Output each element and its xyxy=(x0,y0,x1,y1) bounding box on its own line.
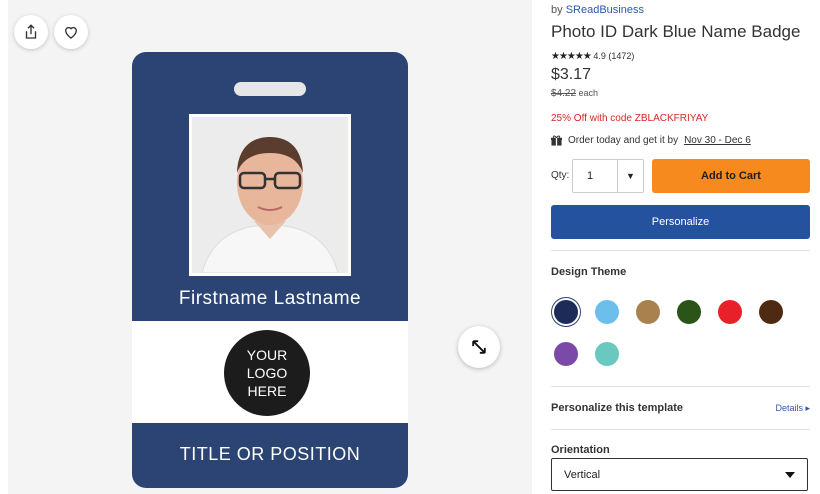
badge-preview[interactable]: Firstname Lastname YOUR LOGO HERE TITLE … xyxy=(132,52,408,488)
gift-icon xyxy=(551,135,562,146)
divider xyxy=(551,386,810,387)
logo-line: LOGO xyxy=(246,365,288,381)
by-prefix: by xyxy=(551,4,563,16)
color-swatch[interactable] xyxy=(554,342,578,366)
badge-slot xyxy=(234,82,306,96)
badge-name-text: Firstname Lastname xyxy=(178,288,362,309)
share-button[interactable] xyxy=(14,15,48,49)
star-rating-icon: ★★★★★ xyxy=(551,51,592,62)
share-icon xyxy=(25,24,37,39)
color-swatch[interactable] xyxy=(759,300,783,324)
add-to-cart-button[interactable]: Add to Cart xyxy=(652,159,810,193)
product-title: Photo ID Dark Blue Name Badge xyxy=(551,22,801,41)
qty-value: 1 xyxy=(587,170,594,182)
old-price-suffix: each xyxy=(578,88,599,98)
logo-line: HERE xyxy=(247,383,287,399)
delivery-dates-link[interactable]: Nov 30 - Dec 6 xyxy=(684,135,751,146)
divider xyxy=(551,250,810,251)
expand-button[interactable] xyxy=(458,326,500,368)
details-link[interactable]: Details ▸ xyxy=(775,403,810,414)
personalize-template-label: Personalize this template xyxy=(551,402,684,414)
heart-icon xyxy=(65,26,77,39)
color-swatch[interactable] xyxy=(595,342,619,366)
delivery-info: Order today and get it by Nov 30 - Dec 6 xyxy=(551,135,751,146)
badge-photo xyxy=(189,114,351,276)
promo-text: 25% Off with code ZBLACKFRIYAY xyxy=(551,113,709,124)
rating[interactable]: ★★★★★ 4.9 (1472) xyxy=(551,51,634,62)
design-theme-label: Design Theme xyxy=(551,266,627,278)
rating-text: 4.9 (1472) xyxy=(593,51,635,61)
seller-link[interactable]: SReadBusiness xyxy=(566,4,644,16)
price: $3.17 xyxy=(551,66,592,83)
personalize-button[interactable]: Personalize xyxy=(551,205,810,239)
badge-title-text: TITLE OR POSITION xyxy=(179,444,361,464)
delivery-prefix: Order today and get it by xyxy=(568,135,679,146)
color-swatch[interactable] xyxy=(677,300,701,324)
old-price: $4.22 each xyxy=(551,88,598,99)
divider xyxy=(551,429,810,430)
qty-label: Qty: xyxy=(551,170,570,181)
old-price-value: $4.22 xyxy=(551,88,577,99)
product-preview: Firstname Lastname YOUR LOGO HERE TITLE … xyxy=(8,0,532,494)
chevron-down-icon xyxy=(785,471,795,478)
orientation-value: Vertical xyxy=(564,468,601,481)
seller-line: by SReadBusiness xyxy=(551,4,644,16)
color-swatch[interactable] xyxy=(718,300,742,324)
quantity-select[interactable]: 1 ▼ xyxy=(572,159,644,193)
color-swatch[interactable] xyxy=(636,300,660,324)
color-swatch[interactable] xyxy=(554,300,578,324)
badge-logo: YOUR LOGO HERE xyxy=(224,330,310,416)
color-swatch[interactable] xyxy=(595,300,619,324)
logo-line: YOUR xyxy=(246,347,288,363)
orientation-select[interactable]: Vertical xyxy=(551,458,808,491)
expand-icon xyxy=(472,340,486,354)
orientation-label: Orientation xyxy=(551,444,610,456)
chevron-down-icon: ▼ xyxy=(617,160,643,192)
favorite-button[interactable] xyxy=(54,15,88,49)
